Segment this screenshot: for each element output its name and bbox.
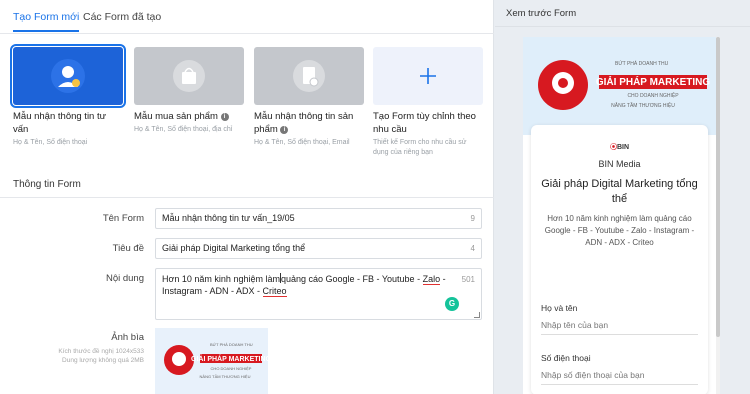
section-title: Thông tin Form xyxy=(13,179,81,190)
info-icon[interactable]: i xyxy=(220,113,229,121)
cover-banner-graphic: GIẢI PHÁP MARKETING BỨT PHÁ DOANH THU CH… xyxy=(155,328,272,394)
form-heading-value: Giải pháp Digital Marketing tổng thể xyxy=(162,243,306,253)
preview-form-desc: Hơn 10 năm kinh nghiệm làm quảng cáo Goo… xyxy=(544,214,695,247)
template-desc: Họ & Tên, Số điện thoại xyxy=(13,139,88,146)
banner-tag2: NÂNG TẦM THƯƠNG HIỆU xyxy=(611,101,675,109)
divider xyxy=(495,26,750,27)
template-title: Mẫu mua sản phẩm xyxy=(134,111,218,122)
preview-panel: Xem trước Form GIẢI PHÁP MARKETING BỨT P… xyxy=(495,0,750,394)
preview-form-card: ⦿BIN BIN Media Giải pháp Digital Marketi… xyxy=(531,125,708,394)
plus-icon xyxy=(420,68,436,84)
banner-tag: BỨT PHÁ DOANH THU xyxy=(615,60,669,67)
form-content-label: Nội dung xyxy=(105,273,144,284)
template-thumb xyxy=(134,47,244,105)
template-title: Mẫu nhận thông tin sản phẩm xyxy=(254,111,354,135)
logo-mark-icon: ⦿ xyxy=(609,144,617,151)
form-heading-label: Tiêu đề xyxy=(112,243,144,254)
cover-image[interactable]: GIẢI PHÁP MARKETING BỨT PHÁ DOANH THU CH… xyxy=(155,328,272,394)
spellcheck-word: Criteo xyxy=(262,286,287,297)
scrollbar-thumb[interactable] xyxy=(716,37,720,337)
preview-name-input[interactable]: Nhập tên của bạn xyxy=(541,317,698,335)
form-heading-input[interactable]: Giải pháp Digital Marketing tổng thể 4 xyxy=(155,238,482,259)
user-headset-icon xyxy=(51,59,85,93)
banner-sub: CHO DOANH NGHIỆP xyxy=(627,91,679,99)
company-name: BIN Media xyxy=(598,159,641,169)
template-thumb xyxy=(10,44,126,108)
cover-headline: GIẢI PHÁP MARKETING xyxy=(191,354,268,363)
tab-bar: Tạo Form mới Các Form đã tạo xyxy=(0,0,494,34)
tab-create-form[interactable]: Tạo Form mới xyxy=(13,11,80,32)
info-icon[interactable]: i xyxy=(280,126,289,134)
template-card-consult[interactable]: Mẫu nhận thông tin tư vấn Họ & Tên, Số đ… xyxy=(10,44,126,148)
form-editor-panel: Tạo Form mới Các Form đã tạo Mẫu nhận th… xyxy=(0,0,494,394)
char-counter: 9 xyxy=(470,214,475,223)
bin-logo: ⦿BIN xyxy=(531,142,708,152)
form-name-label: Tên Form xyxy=(102,213,144,224)
template-desc: Họ & Tên, Số điện thoại, địa chỉ xyxy=(134,126,233,133)
cover-hint-filesize: Dung lượng không quá 2MB xyxy=(62,357,144,364)
resize-handle-icon[interactable] xyxy=(474,312,480,318)
char-counter: 4 xyxy=(470,244,475,253)
cover-hint: Kích thước đề nghị 1024x533 Dung lượng k… xyxy=(20,347,144,365)
cover-hint-size: Kích thước đề nghị 1024x533 xyxy=(58,348,144,355)
spellcheck-word: Zalo xyxy=(422,274,441,285)
preview-scrollbar[interactable] xyxy=(716,37,720,394)
cover-label: Ảnh bìa xyxy=(111,332,144,343)
preview-phone-input[interactable]: Nhập số điện thoại của bạn xyxy=(541,367,698,385)
content-text: Hơn 10 năm kinh nghiệm làmquảng cáo Goog… xyxy=(162,273,446,297)
form-name-input[interactable]: Mẫu nhận thông tin tư vấn_19/05 9 xyxy=(155,208,482,229)
tab-created-forms[interactable]: Các Form đã tạo xyxy=(83,11,161,23)
template-thumb xyxy=(254,47,364,105)
content-part: quảng cáo Google - FB - Youtube - xyxy=(280,274,423,284)
template-thumb xyxy=(373,47,483,105)
form-content-textarea[interactable]: Hơn 10 năm kinh nghiệm làmquảng cáo Goog… xyxy=(155,268,482,320)
divider xyxy=(0,197,494,198)
template-card-product-info[interactable]: Mẫu nhận thông tin sản phẩm i Họ & Tên, … xyxy=(254,47,364,148)
preview-banner: GIẢI PHÁP MARKETING BỨT PHÁ DOANH THU CH… xyxy=(523,37,716,135)
preview-field-label: Họ và tên xyxy=(541,303,578,313)
preview-form-title: Giải pháp Digital Marketing tổng thể xyxy=(541,178,698,205)
grammarly-icon[interactable]: G xyxy=(445,297,459,311)
cover-sub: CHO DOANH NGHIỆP xyxy=(211,366,252,371)
template-desc: Họ & Tên, Số điện thoại, Email xyxy=(254,139,350,146)
document-check-icon xyxy=(293,60,325,92)
template-title: Tạo Form tùy chỉnh theo nhu cầu xyxy=(373,111,476,135)
cover-tag: BỨT PHÁ DOANH THU xyxy=(210,342,253,347)
banner-headline: GIẢI PHÁP MARKETING xyxy=(596,75,710,88)
form-name-value: Mẫu nhận thông tin tư vấn_19/05 xyxy=(162,213,295,223)
template-title: Mẫu nhận thông tin tư vấn xyxy=(13,111,106,135)
logo-text: BIN xyxy=(616,144,630,151)
preview-title: Xem trước Form xyxy=(506,8,577,19)
template-card-purchase[interactable]: Mẫu mua sản phẩm i Họ & Tên, Số điện tho… xyxy=(134,47,244,135)
shopping-bag-icon xyxy=(173,60,205,92)
preview-field-label: Số điện thoại xyxy=(541,353,591,363)
content-part: Hơn 10 năm kinh nghiệm làm xyxy=(162,274,280,284)
char-counter: 501 xyxy=(461,275,475,284)
template-desc: Thiết kế Form cho nhu cầu sử dụng của ri… xyxy=(373,139,467,156)
cover-tag2: NÂNG TẦM THƯƠNG HIỆU xyxy=(200,374,251,379)
template-card-custom[interactable]: Tạo Form tùy chỉnh theo nhu cầu Thiết kế… xyxy=(373,47,483,158)
phone-preview[interactable]: GIẢI PHÁP MARKETING BỨT PHÁ DOANH THU CH… xyxy=(523,37,716,394)
